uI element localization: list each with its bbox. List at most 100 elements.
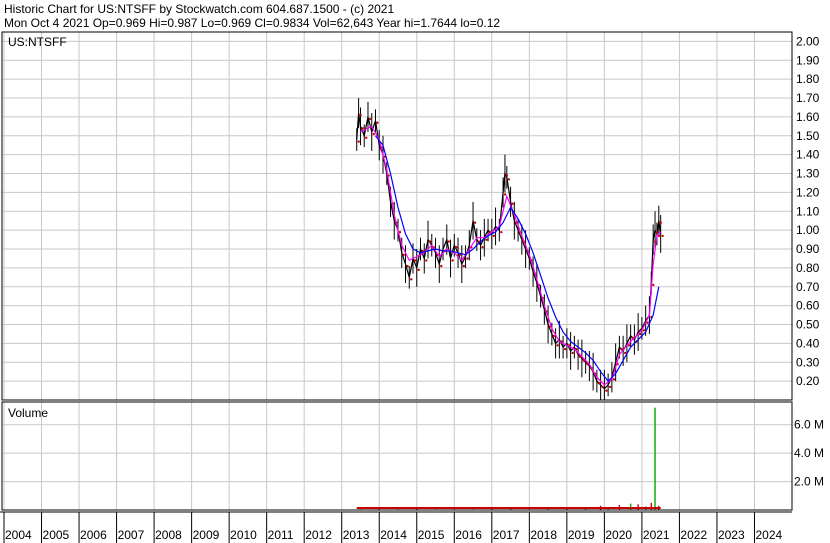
close-dot: [511, 202, 514, 206]
close-dot: [466, 257, 469, 260]
price-tick-label: 0.40: [796, 336, 820, 350]
close-dot: [481, 246, 484, 249]
close-dot: [365, 136, 368, 139]
year-tick-label: 2019: [568, 528, 595, 542]
close-dot: [556, 344, 559, 347]
close-dot: [425, 259, 428, 262]
year-tick-label: 2020: [605, 528, 632, 542]
year-tick-label: 2010: [230, 528, 257, 542]
close-dot: [361, 127, 364, 130]
price-tick-label: 0.70: [796, 280, 820, 294]
price-tick-label: 1.10: [796, 204, 820, 218]
volume-tick-label: 2.0 M: [794, 475, 824, 489]
price-tick-label: 0.50: [796, 318, 820, 332]
year-tick-label: 2023: [718, 528, 745, 542]
close-dot: [440, 264, 443, 268]
close-dot: [372, 132, 375, 136]
price-tick-label: 0.30: [796, 355, 820, 369]
year-tick-label: 2013: [343, 528, 370, 542]
close-dot: [368, 117, 372, 121]
close-dot: [646, 321, 649, 324]
close-dot: [612, 378, 616, 381]
symbol-label: US:NTSFF: [8, 35, 67, 49]
price-tick-label: 1.70: [796, 91, 820, 105]
close-dot: [406, 264, 409, 268]
close-dot: [659, 221, 662, 224]
price-tick-label: 0.20: [796, 374, 820, 388]
close-dot: [455, 246, 458, 249]
close-dot: [652, 283, 655, 287]
price-tick-label: 1.50: [796, 129, 820, 143]
close-dot: [417, 268, 420, 272]
volume-marks: [356, 407, 661, 510]
close-dot: [447, 240, 450, 243]
price-panel-border: [1, 31, 793, 401]
volume-tick-label: 6.0 M: [794, 418, 824, 432]
close-dot: [359, 113, 362, 117]
close-dot: [661, 234, 664, 238]
close-dot: [357, 140, 360, 143]
close-dot: [563, 347, 567, 351]
close-dot: [505, 174, 509, 177]
year-tick-label: 2012: [305, 528, 332, 542]
year-tick-label: 2008: [155, 528, 182, 542]
price-axis: 2.00 1.90 1.80 1.70 1.60 1.50 1.40 1.30 1.20 1.10…: [796, 34, 820, 388]
close-dot: [402, 253, 405, 256]
close-dot: [620, 347, 623, 351]
volume-label: Volume: [8, 406, 48, 420]
price-tick-label: 1.90: [796, 53, 820, 67]
close-dot: [601, 385, 604, 389]
year-tick-label: 2015: [418, 528, 445, 542]
close-dot: [500, 230, 503, 234]
year-tick-label: 2022: [680, 528, 707, 542]
close-dot: [413, 259, 417, 262]
year-tick-label: 2011: [268, 528, 294, 542]
year-axis: 2004 2005 2006 2007 2008 2009 2010 2011 2012 2013…: [0, 511, 792, 543]
close-dot: [623, 351, 627, 355]
close-dot: [571, 351, 574, 355]
close-dot: [503, 193, 507, 196]
year-tick-label: 2009: [193, 528, 220, 542]
year-tick-label: 2007: [118, 528, 145, 542]
close-dot: [473, 221, 477, 224]
close-dot: [485, 238, 488, 241]
year-tick-label: 2018: [530, 528, 557, 542]
price-tick-label: 1.20: [796, 185, 820, 199]
close-dot: [410, 278, 413, 281]
price-tick-label: 1.00: [796, 223, 820, 237]
year-tick-label: 2021: [643, 528, 670, 542]
year-tick-label: 2005: [43, 528, 70, 542]
close-dot: [451, 259, 454, 262]
price-tick-label: 0.80: [796, 261, 820, 275]
close-dot: [376, 121, 379, 124]
price-tick-label: 1.60: [796, 110, 820, 124]
close-dot: [605, 389, 608, 392]
close-dot: [462, 264, 465, 268]
price-tick-label: 1.30: [796, 167, 820, 181]
close-dot: [428, 240, 432, 243]
close-dot: [552, 334, 556, 338]
price-grid: [2, 32, 792, 400]
price-tick-label: 1.40: [796, 148, 820, 162]
price-tick-label: 0.60: [796, 299, 820, 313]
close-dot: [507, 178, 511, 181]
close-dot: [608, 385, 612, 389]
year-tick-label: 2016: [455, 528, 482, 542]
price-tick-label: 2.00: [796, 34, 820, 48]
volume-tick-label: 4.0 M: [794, 446, 824, 460]
year-tick-label: 2024: [755, 528, 782, 542]
price-tick-label: 0.90: [796, 242, 820, 256]
volume-grid: [2, 402, 792, 510]
year-tick-label: 2006: [80, 528, 107, 542]
close-dot: [642, 329, 646, 332]
stock-chart: 2.00 1.90 1.80 1.70 1.60 1.50 1.40 1.30 1.20 1.10…: [0, 31, 824, 543]
year-tick-label: 2017: [493, 528, 520, 542]
price-tick-label: 1.80: [796, 72, 820, 86]
ma-long-line: [375, 135, 660, 383]
volume-panel-border: [1, 401, 793, 511]
close-dot: [492, 234, 496, 238]
volume-axis: 6.0 M 4.0 M 2.0 M: [794, 418, 824, 489]
year-tick-label: 2014: [380, 528, 407, 542]
close-dot: [655, 230, 659, 234]
year-tick-label: 2004: [5, 528, 32, 542]
